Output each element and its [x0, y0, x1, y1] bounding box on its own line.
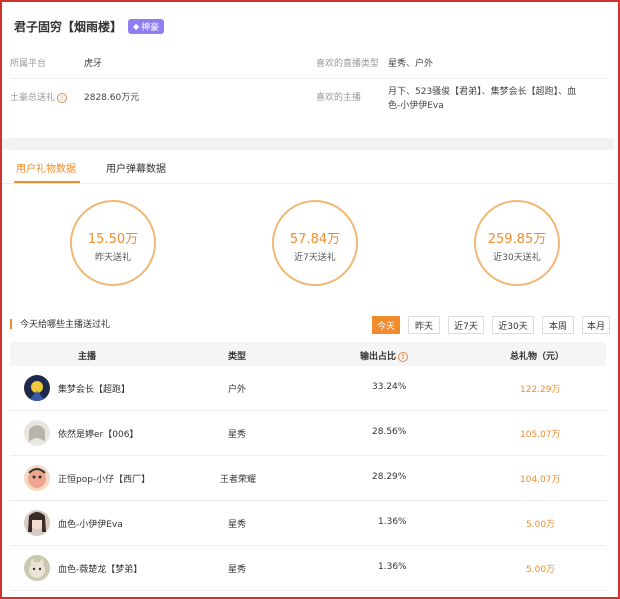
- info-icon[interactable]: !: [57, 93, 68, 103]
- filter-7days[interactable]: 近7天: [448, 316, 484, 334]
- fav-anchor-line1: 月下、523骚俊【君弟】、集梦会长【超跑】、血: [388, 87, 577, 97]
- platform-value: 虎牙: [84, 59, 103, 69]
- gift-total: 104.07万: [520, 475, 561, 485]
- filter-this-month[interactable]: 本月: [582, 316, 610, 334]
- gift-total: 5.00万: [526, 520, 556, 530]
- rank-badge: ◆ 神豪: [128, 19, 165, 34]
- user-name: 君子固穷【烟雨楼】: [14, 20, 123, 34]
- stat-yesterday: 15.50万 昨天送礼: [70, 200, 156, 286]
- user-profile-card: 君子固穷【烟雨楼】 ◆ 神豪 所属平台 虎牙 喜欢的直播类型 星秀、户外 土豪总…: [4, 4, 614, 134]
- gift-share: 33.24%: [372, 382, 407, 392]
- stat-caption: 近7天送礼: [294, 253, 336, 263]
- anchor-type: 星秀: [228, 565, 247, 575]
- stat-caption: 近30天送礼: [493, 253, 541, 263]
- table-row[interactable]: 血色-薇楚龙【梦弟】 星秀 1.36% 5.00万: [10, 546, 606, 591]
- avatar-girl: [24, 510, 50, 536]
- rank-badge-label: 神豪: [141, 23, 160, 33]
- col-total-gift: 总礼物（元）: [510, 352, 565, 362]
- fav-type-value: 星秀、户外: [388, 59, 434, 69]
- divider: [10, 78, 608, 79]
- filter-30days[interactable]: 近30天: [492, 316, 534, 334]
- fav-anchor-label: 喜欢的主播: [316, 93, 362, 103]
- anchor-name[interactable]: 正恒pop-小仔【西厂】: [58, 472, 150, 485]
- fav-anchor-line2: 色-小伊伊Eva: [388, 101, 444, 111]
- stat-30days: 259.85万 近30天送礼: [474, 200, 560, 286]
- anchor-type: 星秀: [228, 430, 247, 440]
- stat-7days: 57.84万 近7天送礼: [272, 200, 358, 286]
- avatar-cat: [24, 555, 50, 581]
- platform-label: 所属平台: [10, 59, 47, 69]
- gift-share: 28.29%: [372, 472, 407, 482]
- table-row[interactable]: 集梦会长【超跑】 户外 33.24% 122.29万: [10, 366, 606, 411]
- table-row[interactable]: 正恒pop-小仔【西厂】 王者荣耀 28.29% 104.07万: [10, 456, 606, 501]
- tab-gift-data[interactable]: 用户礼物数据: [16, 160, 76, 175]
- stat-value: 15.50万: [87, 232, 139, 247]
- gift-share: 1.36%: [378, 517, 407, 527]
- gift-total: 105.07万: [520, 430, 561, 440]
- section-accent-bar: [10, 318, 12, 329]
- col-share-text: 输出占比: [360, 352, 397, 362]
- data-tabs: 用户礼物数据 用户弹幕数据: [2, 150, 614, 184]
- total-gift-label: 土豪总送礼!: [10, 90, 68, 103]
- table-row[interactable]: 血色-小伊伊Eva 星秀 1.36% 5.00万: [10, 501, 606, 546]
- anchor-type: 户外: [228, 385, 247, 395]
- active-tab-underline: [14, 181, 80, 183]
- anchor-name[interactable]: 集梦会长【超跑】: [58, 382, 130, 395]
- filter-yesterday[interactable]: 昨天: [408, 316, 440, 334]
- stat-value: 259.85万: [487, 232, 547, 247]
- profile-title-row: 君子固穷【烟雨楼】 ◆ 神豪: [14, 18, 165, 35]
- anchor-name[interactable]: 血色-薇楚龙【梦弟】: [58, 562, 142, 575]
- total-gift-value: 2828.60万元: [84, 93, 140, 103]
- fav-type-label: 喜欢的直播类型: [316, 59, 380, 69]
- gift-total: 5.00万: [526, 565, 556, 575]
- avatar-girl-anime: [24, 420, 50, 446]
- col-share: 输出占比!: [360, 349, 409, 362]
- anchor-type: 王者荣耀: [220, 475, 257, 485]
- gift-share: 28.56%: [372, 427, 407, 437]
- gift-share: 1.36%: [378, 562, 407, 572]
- diamond-icon: ◆: [133, 22, 140, 31]
- table-header: 主播 类型 输出占比! 总礼物（元）: [10, 342, 606, 366]
- table-row[interactable]: 依然是婷er【006】 星秀 28.56% 105.07万: [10, 411, 606, 456]
- filter-this-week[interactable]: 本周: [542, 316, 574, 334]
- anchor-name[interactable]: 血色-小伊伊Eva: [58, 517, 123, 530]
- col-anchor: 主播: [78, 352, 97, 362]
- gift-total: 122.29万: [520, 385, 561, 395]
- anchor-name[interactable]: 依然是婷er【006】: [58, 427, 138, 440]
- avatar-dark: [24, 375, 50, 401]
- col-type: 类型: [228, 352, 247, 362]
- total-gift-label-text: 土豪总送礼: [10, 93, 56, 103]
- section-gap: [2, 138, 614, 150]
- section-title-text: 今天给哪些主播送过礼: [20, 320, 111, 330]
- tab-danmaku-data[interactable]: 用户弹幕数据: [106, 160, 166, 175]
- info-icon[interactable]: !: [398, 352, 409, 362]
- anchor-type: 星秀: [228, 520, 247, 530]
- stat-caption: 昨天送礼: [94, 253, 131, 263]
- section-title: 今天给哪些主播送过礼: [10, 317, 110, 330]
- filter-today[interactable]: 今天: [372, 316, 400, 334]
- avatar-cartoon: [24, 465, 50, 491]
- stat-value: 57.84万: [289, 232, 341, 247]
